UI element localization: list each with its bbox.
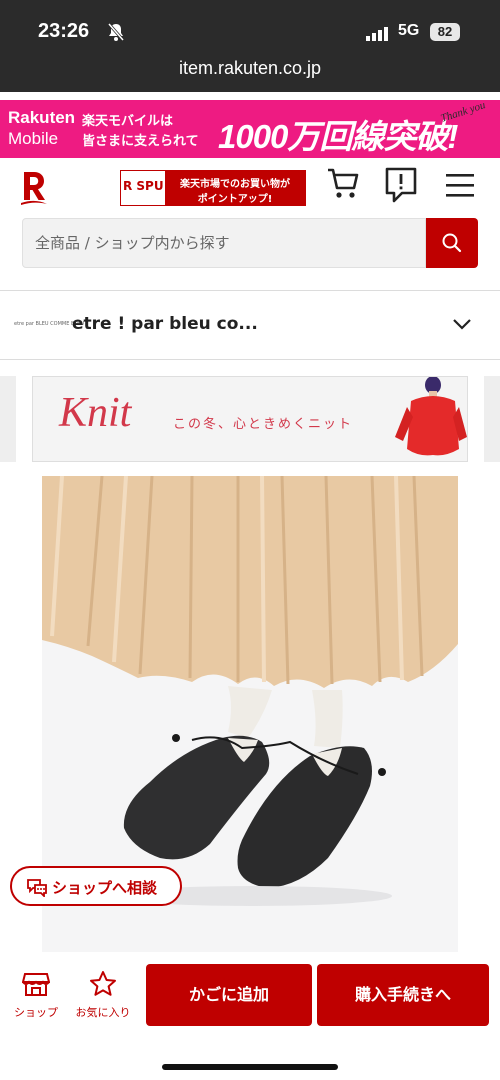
home-indicator[interactable] xyxy=(162,1064,338,1070)
search-button[interactable] xyxy=(426,218,478,268)
menu-icon[interactable] xyxy=(444,172,476,202)
shop-chat-button[interactable]: ショップへ相談 xyxy=(10,866,182,906)
rakuten-logo[interactable] xyxy=(20,170,48,210)
divider xyxy=(0,359,500,360)
promo-headline: 1000万回線突破! xyxy=(218,118,458,155)
promo-brand: Rakuten xyxy=(8,108,76,127)
chevron-down-icon[interactable] xyxy=(452,316,472,335)
status-time: 23:26 xyxy=(38,20,90,42)
shop-icon[interactable] xyxy=(21,970,51,1002)
carousel-prev-slide[interactable] xyxy=(0,376,16,462)
spu-label: R SPU! xyxy=(123,179,170,193)
knit-banner-title: Knit xyxy=(59,390,132,436)
spu-banner[interactable]: R SPU! 楽天市場でのお買い物が ポイントアップ! xyxy=(120,170,306,206)
checkout-button[interactable]: 購入手続きへ xyxy=(317,964,489,1026)
promo-text-line1: 楽天モバイルは xyxy=(82,114,174,129)
promo-banner[interactable]: Rakuten Mobile 楽天モバイルは 皆さまに支えられて 1000万回線… xyxy=(0,100,500,158)
mute-icon xyxy=(106,22,126,46)
chat-icon xyxy=(26,877,48,901)
cart-icon[interactable] xyxy=(326,166,360,206)
star-icon[interactable] xyxy=(89,970,117,1002)
favorite-nav-label[interactable]: お気に入り xyxy=(70,1004,136,1020)
shop-nav-label[interactable]: ショップ xyxy=(10,1004,62,1020)
battery-level: 82 xyxy=(430,23,460,41)
carousel-next-slide[interactable] xyxy=(484,376,500,462)
signal-icon xyxy=(366,26,390,45)
notice-icon[interactable] xyxy=(384,166,418,208)
shop-name[interactable]: etre ! par bleu co... xyxy=(72,314,258,334)
shop-chat-label: ショップへ相談 xyxy=(52,879,158,897)
knit-banner-subtitle: この冬、心ときめくニット xyxy=(173,417,354,432)
add-to-cart-button[interactable]: かごに追加 xyxy=(146,964,312,1026)
divider xyxy=(0,290,500,291)
network-type: 5G xyxy=(398,22,420,39)
search-icon xyxy=(441,232,463,258)
promo-text-line2: 皆さまに支えられて xyxy=(82,134,199,149)
url-bar[interactable]: item.rakuten.co.jp xyxy=(0,58,500,79)
knit-model-image xyxy=(389,377,467,461)
search-input[interactable] xyxy=(22,218,426,268)
promo-brand-sub: Mobile xyxy=(8,129,59,148)
spu-text-box: 楽天市場でのお買い物が ポイントアップ! xyxy=(165,171,305,205)
promo-thanks: Thank you xyxy=(439,100,487,125)
spu-text-line2: ポイントアップ! xyxy=(197,194,273,205)
status-and-url-bar: 23:26 5G 82 item.rakuten.co.jp xyxy=(0,0,500,92)
knit-banner[interactable]: Knit この冬、心ときめくニット xyxy=(32,376,468,462)
spu-text-line1: 楽天市場でのお買い物が xyxy=(180,179,290,190)
